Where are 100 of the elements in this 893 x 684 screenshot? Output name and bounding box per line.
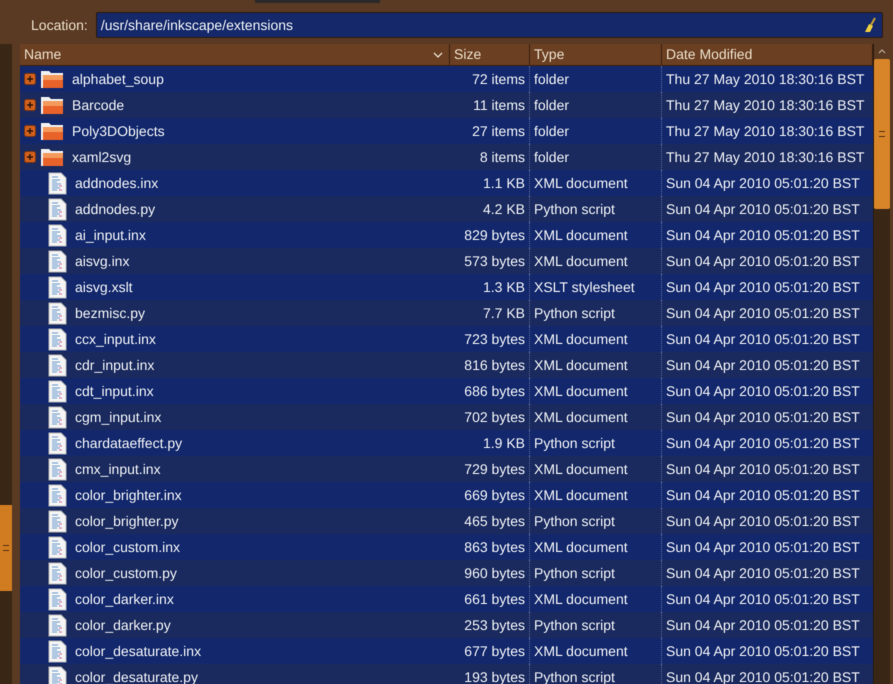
file-name: bezmisc.py <box>75 304 146 323</box>
date-cell-text: Sun 04 Apr 2010 05:01:20 BST <box>666 538 860 557</box>
date-cell-text: Sun 04 Apr 2010 05:01:20 BST <box>666 382 860 401</box>
size-cell-text: 573 bytes <box>464 252 525 271</box>
broom-icon[interactable] <box>864 17 878 33</box>
folder-icon <box>40 147 64 167</box>
date-cell-text: Sun 04 Apr 2010 05:01:20 BST <box>666 356 860 375</box>
column-header[interactable]: Name <box>20 44 450 65</box>
type-cell-text: Python script <box>534 200 615 219</box>
column-header[interactable]: Size <box>450 44 530 65</box>
size-cell-text: 669 bytes <box>464 486 525 505</box>
text-file-icon <box>48 432 67 454</box>
file-row[interactable]: ccx_input.inx 723 bytes XML document Sun 04 Apr 2010 05:01:20 BST <box>20 326 873 352</box>
size-cell-text: 863 bytes <box>464 538 525 557</box>
date-cell-text: Sun 04 Apr 2010 05:01:20 BST <box>666 330 860 349</box>
location-label: Location: <box>31 16 88 34</box>
date-cell-text: Sun 04 Apr 2010 05:01:20 BST <box>666 590 860 609</box>
expand-icon[interactable] <box>24 99 36 111</box>
type-cell-text: XML document <box>534 252 628 270</box>
size-cell-text: 829 bytes <box>464 226 525 245</box>
size-cell-text: 960 bytes <box>464 564 525 583</box>
size-cell-text: 661 bytes <box>464 590 525 609</box>
file-name: cmx_input.inx <box>75 460 161 479</box>
type-cell-text: Python script <box>534 564 615 583</box>
file-name: color_darker.inx <box>75 590 174 609</box>
expand-icon[interactable] <box>24 125 36 137</box>
file-row[interactable]: color_brighter.inx 669 bytes XML document Sun 04 Apr 2010 05:01:20 BST <box>20 482 873 508</box>
side-scrollbar[interactable] <box>0 44 12 684</box>
date-cell-text: Sun 04 Apr 2010 05:01:20 BST <box>666 174 860 193</box>
date-cell-text: Thu 27 May 2010 18:30:16 BST <box>666 122 864 141</box>
text-file-icon <box>48 250 67 272</box>
type-cell-text: XML document <box>534 408 628 426</box>
file-name: ai_input.inx <box>75 226 146 245</box>
type-cell-text: folder <box>534 122 570 140</box>
size-cell-text: 1.3 KB <box>482 278 525 296</box>
file-name: Poly3DObjects <box>72 122 165 141</box>
file-row[interactable]: aisvg.xslt 1.3 KB XSLT stylesheet Sun 04 Apr 2010 05:01:20 BST <box>20 274 873 300</box>
type-cell-text: Python script <box>534 434 615 453</box>
size-cell-text: 702 bytes <box>464 408 525 427</box>
size-cell-text: 8 items <box>480 148 525 166</box>
date-cell-text: Sun 04 Apr 2010 05:01:20 BST <box>666 616 860 635</box>
size-cell-text: 253 bytes <box>464 616 525 635</box>
type-cell-text: folder <box>534 148 570 166</box>
text-file-icon <box>48 380 67 402</box>
type-cell-text: XML document <box>534 642 628 660</box>
date-cell-text: Sun 04 Apr 2010 05:01:20 BST <box>666 252 860 271</box>
file-row[interactable]: color_custom.inx 863 bytes XML document Sun 04 Apr 2010 05:01:20 BST <box>20 534 873 560</box>
text-file-icon <box>48 588 67 610</box>
type-cell-text: XML document <box>534 590 628 608</box>
column-header[interactable]: Type <box>530 44 662 65</box>
file-name: color_brighter.inx <box>75 486 182 505</box>
expand-icon[interactable] <box>24 73 36 85</box>
file-row[interactable]: ai_input.inx 829 bytes XML document Sun 04 Apr 2010 05:01:20 BST <box>20 222 873 248</box>
text-file-icon <box>48 458 67 480</box>
file-row[interactable]: addnodes.inx 1.1 KB XML document Sun 04 Apr 2010 05:01:20 BST <box>20 170 873 196</box>
date-cell-text: Thu 27 May 2010 18:30:16 BST <box>666 148 864 167</box>
file-row[interactable]: color_darker.inx 661 bytes XML document Sun 04 Apr 2010 05:01:20 BST <box>20 586 873 612</box>
size-cell-text: 677 bytes <box>464 642 525 661</box>
file-row[interactable]: chardataeffect.py 1.9 KB Python script Sun 04 Apr 2010 05:01:20 BST <box>20 430 873 456</box>
size-cell-text: 686 bytes <box>464 382 525 401</box>
file-row[interactable]: color_desaturate.inx 677 bytes XML document Sun 04 Apr 2010 05:01:20 BST <box>20 638 873 664</box>
size-cell-text: 465 bytes <box>464 512 525 531</box>
file-row[interactable]: alphabet_soup 72 items folder Thu 27 May 2010 18:30:16 BST <box>20 66 873 92</box>
type-cell-text: XSLT stylesheet <box>534 278 635 297</box>
type-cell-text: XML document <box>534 538 628 556</box>
file-name: chardataeffect.py <box>75 434 182 453</box>
file-name: cgm_input.inx <box>75 408 162 427</box>
expand-icon[interactable] <box>24 151 36 163</box>
date-cell-text: Sun 04 Apr 2010 05:01:20 BST <box>666 564 860 583</box>
file-row[interactable]: cdt_input.inx 686 bytes XML document Sun 04 Apr 2010 05:01:20 BST <box>20 378 873 404</box>
scrollbar[interactable] <box>873 44 890 684</box>
file-name: ccx_input.inx <box>75 330 156 349</box>
size-cell-text: 7.7 KB <box>482 304 525 322</box>
size-cell-text: 11 items <box>473 96 525 114</box>
date-cell-text: Sun 04 Apr 2010 05:01:20 BST <box>666 512 860 531</box>
file-name: color_desaturate.inx <box>75 642 202 661</box>
folder-icon <box>40 69 64 89</box>
file-name: color_brighter.py <box>75 512 179 531</box>
date-cell-text: Sun 04 Apr 2010 05:01:20 BST <box>666 408 860 427</box>
folder-icon <box>40 121 64 141</box>
date-cell-text: Sun 04 Apr 2010 05:01:20 BST <box>666 486 860 505</box>
file-name: color_custom.inx <box>75 538 180 557</box>
size-cell-text: 1.1 KB <box>482 174 525 192</box>
file-name: alphabet_soup <box>72 70 164 89</box>
file-name: aisvg.xslt <box>75 278 133 297</box>
date-cell-text: Sun 04 Apr 2010 05:01:20 BST <box>666 434 860 453</box>
file-name: Barcode <box>72 96 124 114</box>
type-cell-text: XML document <box>534 356 628 374</box>
type-cell-text: Python script <box>534 304 615 323</box>
location-field[interactable]: /usr/share/inkscape/extensions <box>96 12 883 38</box>
text-file-icon <box>48 354 67 376</box>
file-name: addnodes.py <box>75 200 156 219</box>
date-cell-text: Thu 27 May 2010 18:30:16 BST <box>666 70 864 89</box>
scroll-up-icon[interactable] <box>878 49 886 54</box>
size-cell-text: 72 items <box>472 70 525 88</box>
size-cell-text: 1.9 KB <box>482 434 525 452</box>
date-cell-text: Thu 27 May 2010 18:30:16 BST <box>666 96 864 115</box>
text-file-icon <box>48 198 67 220</box>
file-row[interactable]: Poly3DObjects 27 items folder Thu 27 May 2010 18:30:16 BST <box>20 118 873 144</box>
text-file-icon <box>48 536 67 558</box>
